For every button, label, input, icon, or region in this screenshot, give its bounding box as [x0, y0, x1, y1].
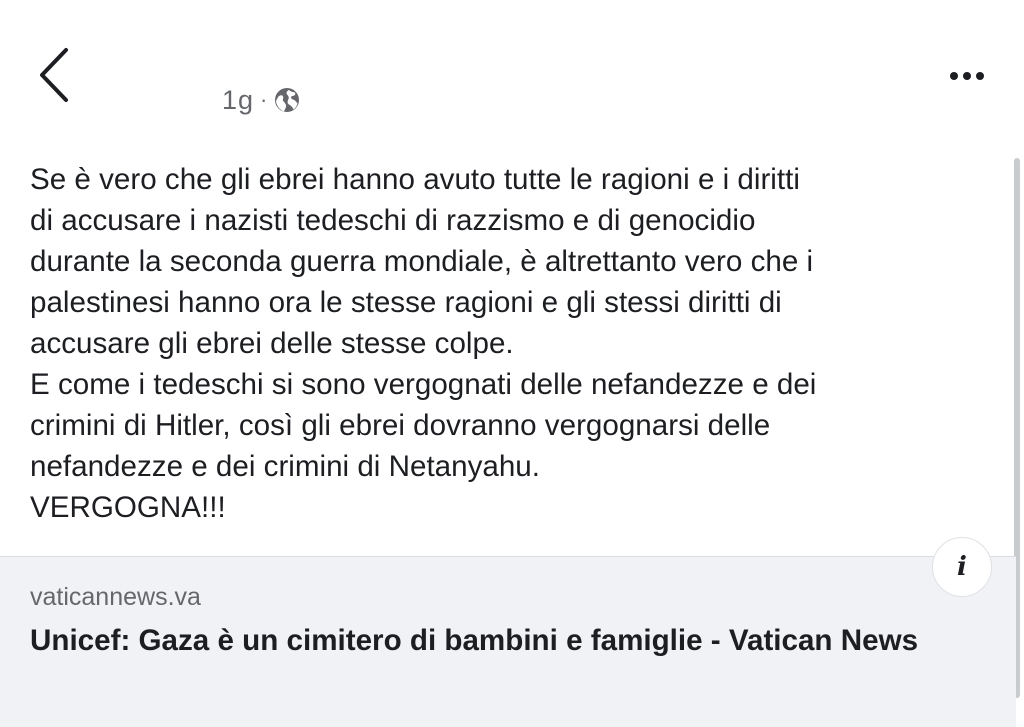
post-timestamp[interactable]: 1g — [222, 85, 254, 116]
info-button[interactable]: i — [932, 537, 992, 597]
more-horizontal-icon-dot-2 — [963, 72, 971, 80]
meta-separator: · — [260, 87, 269, 112]
post-screen: 1g · Se è vero che gli ebrei hanno avuto… — [0, 0, 1024, 727]
globe-icon[interactable] — [274, 87, 300, 113]
chevron-left-icon — [40, 48, 68, 102]
post-body-text: Se è vero che gli ebrei hanno avuto tutt… — [30, 163, 817, 524]
link-title[interactable]: Unicef: Gaza è un cimitero di bambini e … — [30, 619, 990, 662]
info-icon: i — [957, 552, 967, 582]
link-domain: vaticannews.va — [30, 583, 201, 611]
more-horizontal-icon-dot-1 — [950, 72, 958, 80]
more-horizontal-icon-dot-3 — [976, 72, 984, 80]
more-options-button[interactable] — [936, 58, 998, 94]
back-button[interactable] — [30, 44, 80, 106]
post-meta: 1g · — [222, 82, 300, 118]
link-preview-card[interactable]: vaticannews.va Unicef: Gaza è un cimiter… — [0, 556, 1016, 727]
